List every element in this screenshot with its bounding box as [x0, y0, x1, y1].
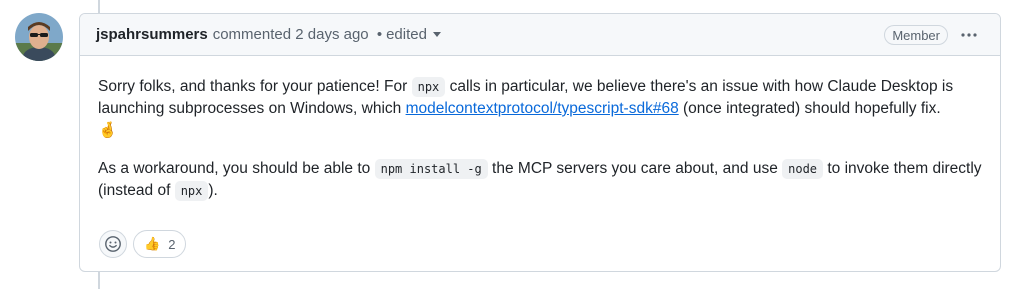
inline-code: npm install -g: [374, 159, 488, 179]
author-link[interactable]: jspahrsummers: [96, 26, 208, 43]
thumbs-up-icon: 👍: [144, 236, 161, 251]
avatar-image: [15, 13, 63, 61]
edited-label: edited: [386, 26, 427, 43]
paragraph-1: Sorry folks, and thanks for your patienc…: [98, 76, 983, 142]
reactions-bar: 👍 2: [99, 230, 187, 258]
text-span: Sorry folks, and thanks for your patienc…: [98, 78, 412, 95]
paragraph-2: As a workaround, you should be able to n…: [98, 158, 983, 202]
comment-header: jspahrsummers commented 2 days ago • edi…: [80, 14, 1000, 56]
comment-action: commented: [212, 26, 292, 43]
inline-code: npx: [411, 77, 446, 97]
comment-box: jspahrsummers commented 2 days ago • edi…: [79, 13, 1001, 272]
comment-body: Sorry folks, and thanks for your patienc…: [98, 76, 983, 202]
avatar[interactable]: [15, 13, 63, 61]
add-reaction-button[interactable]: [99, 230, 127, 258]
inline-code: npx: [174, 181, 209, 201]
text-span: ).: [208, 182, 218, 199]
meta-separator: •: [376, 26, 383, 43]
text-span: (once integrated) should hopefully fix.: [678, 100, 941, 117]
text-span: As a workaround, you should be able to: [98, 160, 375, 177]
member-badge: Member: [884, 25, 948, 45]
comment-meta: commented 2 days ago •: [213, 26, 386, 43]
smiley-icon: [105, 236, 121, 252]
thumbs-up-reaction-button[interactable]: 👍 2: [133, 230, 187, 258]
edited-dropdown[interactable]: edited: [386, 26, 441, 43]
issue-link[interactable]: modelcontextprotocol/typescript-sdk#68: [406, 100, 679, 117]
kebab-horizontal-icon[interactable]: [958, 26, 980, 44]
triangle-down-icon: [432, 32, 441, 37]
crossed-fingers-emoji: 🤞: [98, 122, 118, 139]
inline-code: node: [782, 159, 824, 179]
reaction-count: 2: [168, 236, 176, 252]
text-span: the MCP servers you care about, and use: [487, 160, 783, 177]
comment-time[interactable]: 2 days ago: [295, 26, 368, 43]
